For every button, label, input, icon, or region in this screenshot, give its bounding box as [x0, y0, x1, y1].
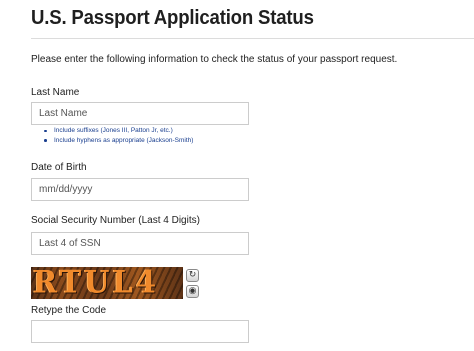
captcha-code-input[interactable]: [31, 320, 249, 343]
refresh-icon[interactable]: ↻: [186, 269, 199, 282]
captcha-image: RTUL4: [31, 267, 183, 299]
last-name-hints: Include suffixes (Jones III, Patton Jr, …: [44, 126, 193, 145]
hint-suffixes: Include suffixes (Jones III, Patton Jr, …: [44, 126, 193, 136]
captcha-image-text: RTUL4: [33, 267, 160, 299]
passport-status-page: U.S. Passport Application Status Please …: [0, 0, 474, 351]
dob-label: Date of Birth: [31, 162, 87, 173]
retype-code-label: Retype the Code: [31, 305, 107, 316]
last-name-input[interactable]: [31, 102, 249, 125]
page-title: U.S. Passport Application Status: [31, 7, 314, 29]
title-divider: [31, 38, 474, 39]
ssn-label: Social Security Number (Last 4 Digits): [31, 215, 200, 226]
ssn-input[interactable]: [31, 232, 249, 255]
audio-icon[interactable]: ◉: [186, 285, 199, 298]
intro-text: Please enter the following information t…: [31, 54, 398, 65]
dob-input[interactable]: [31, 178, 249, 201]
last-name-label: Last Name: [31, 87, 80, 98]
hint-hyphens: Include hyphens as appropriate (Jackson-…: [44, 136, 193, 146]
